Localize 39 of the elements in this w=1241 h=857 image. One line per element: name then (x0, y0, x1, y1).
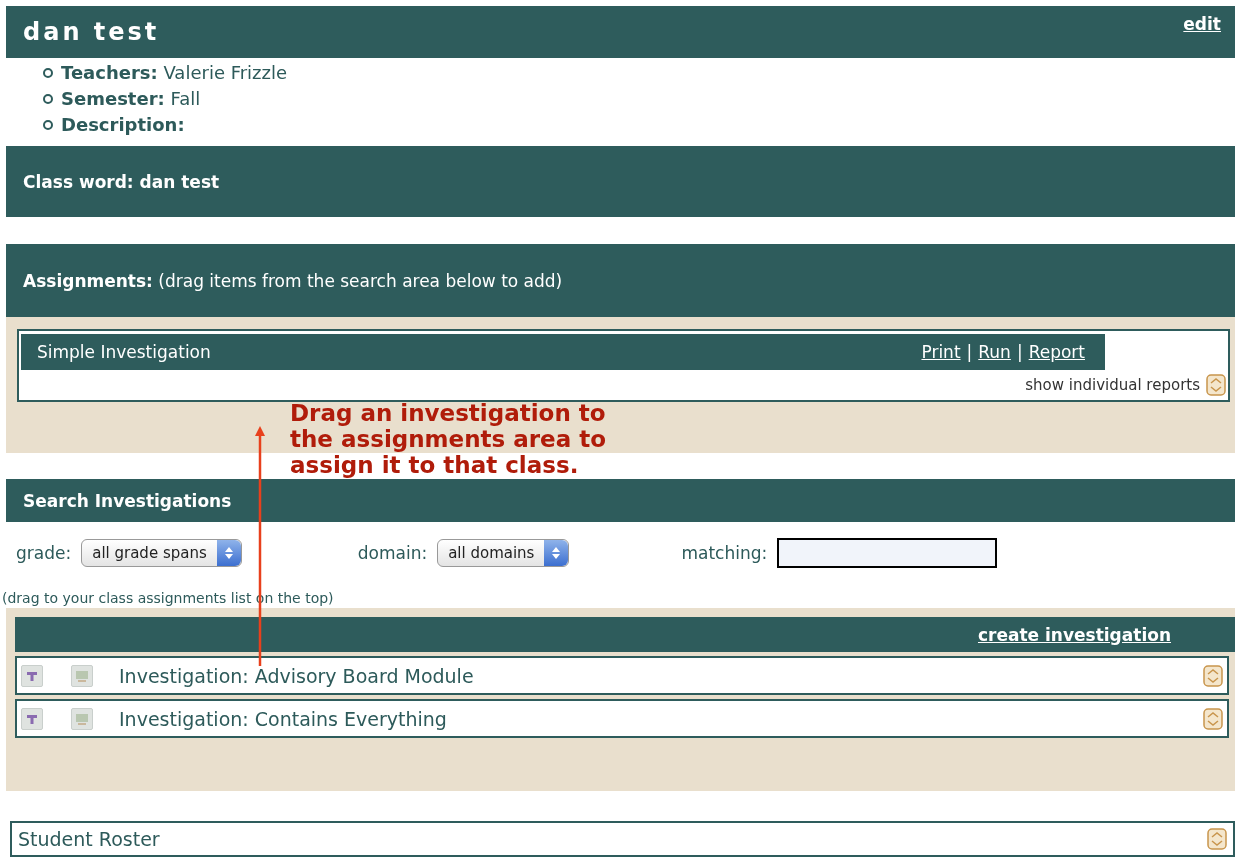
assignments-heading: Assignments: (drag items from the search area below to add) (23, 270, 563, 291)
toggle-label: show individual reports (1025, 375, 1200, 394)
detail-text: Teachers: Valerie Frizzle (61, 60, 288, 85)
detail-text: Semester: Fall (61, 86, 201, 111)
annotation-text: Drag an investigation to the assignments area to assign it to that class. (290, 400, 607, 478)
search-field[interactable] (777, 538, 998, 569)
create-investigation-link[interactable]: create investigation (977, 624, 1171, 645)
bullet-icon (43, 119, 53, 130)
investigation-name: Investigation: Advisory Board Module (119, 664, 475, 687)
stepper-icon (224, 546, 233, 561)
filter-select[interactable]: all domains (437, 539, 570, 568)
expand-toggle-icon[interactable] (1203, 707, 1223, 730)
filter-select[interactable]: all grade spans (81, 539, 242, 568)
class-title: dan test (23, 17, 160, 46)
preview-icon[interactable] (71, 664, 93, 687)
link-separator: | (1016, 341, 1023, 362)
assignment-link[interactable]: Report (1028, 341, 1085, 362)
teacher-icon[interactable] (21, 707, 43, 730)
filter-label: matching: (681, 543, 768, 564)
assignment-link[interactable]: Run (978, 341, 1011, 362)
bullet-icon (43, 93, 53, 104)
edit-link[interactable]: edit (1183, 14, 1221, 34)
detail-text: Description: (61, 112, 185, 137)
class-word: Class word: dan test (23, 171, 220, 192)
stepper-icon (552, 546, 561, 561)
expand-toggle-icon[interactable] (1206, 373, 1226, 396)
expand-toggle-icon[interactable] (1203, 664, 1223, 687)
preview-icon[interactable] (71, 707, 93, 730)
assignment-name: Simple Investigation (37, 341, 211, 362)
assignment-link[interactable]: Print (921, 341, 961, 362)
link-separator: | (966, 341, 973, 362)
roster-title: Student Roster (18, 828, 160, 851)
filter-label: domain: (357, 543, 428, 564)
filter-label: grade: (16, 543, 72, 564)
investigation-name: Investigation: Contains Everything (119, 707, 448, 730)
expand-toggle-icon[interactable] (1207, 828, 1227, 851)
teacher-icon[interactable] (21, 664, 43, 687)
search-heading: Search Investigations (23, 490, 232, 511)
bullet-icon (43, 67, 53, 78)
